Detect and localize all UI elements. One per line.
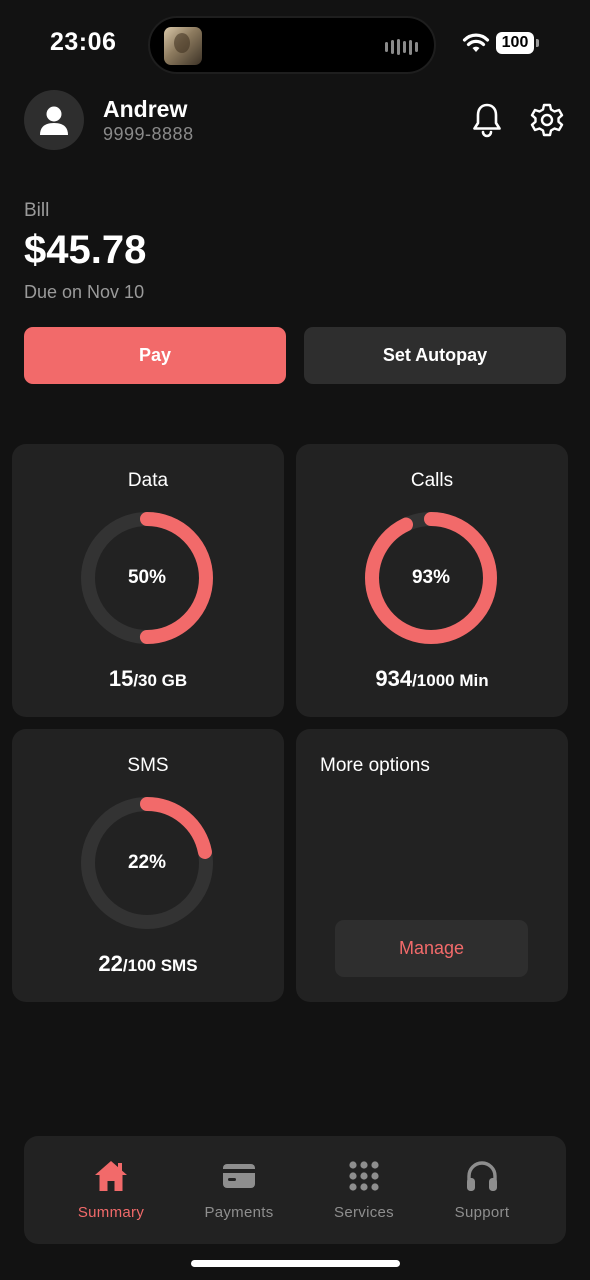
notifications-button[interactable] (467, 100, 507, 140)
usage-percent: 50% (127, 567, 167, 588)
usage-total: /1000 Min (412, 671, 489, 690)
home-indicator[interactable] (191, 1260, 400, 1267)
usage-amount: 934/1000 Min (296, 666, 568, 692)
now-playing-thumbnail-icon (164, 27, 202, 65)
settings-button[interactable] (527, 100, 567, 140)
card-title: SMS (127, 755, 169, 776)
headphones-icon (467, 1161, 497, 1191)
more-options-card: More options Manage (296, 729, 568, 1002)
user-phone-number: 9999-8888 (103, 124, 194, 144)
dynamic-island[interactable] (148, 16, 436, 74)
bottom-nav: Summary Payments Services Support (24, 1136, 566, 1244)
pay-button[interactable]: Pay (24, 327, 286, 384)
calls-usage-card[interactable]: Calls 93% 934/1000 Min (296, 444, 568, 717)
bill-label: Bill (24, 200, 50, 221)
card-icon (223, 1164, 255, 1188)
audio-waveform-icon (385, 39, 418, 55)
card-title: Data (127, 470, 169, 491)
nav-label: Summary (77, 1204, 145, 1221)
bill-amount: $45.78 (24, 228, 147, 272)
user-name: Andrew (103, 96, 188, 122)
wifi-icon (462, 32, 490, 59)
nav-label: Payments (204, 1204, 274, 1221)
manage-button[interactable]: Manage (335, 920, 528, 977)
usage-total: /30 GB (133, 671, 188, 690)
set-autopay-button[interactable]: Set Autopay (304, 327, 566, 384)
bill-due-date: Due on Nov 10 (24, 282, 145, 302)
nav-item-summary[interactable]: Summary (51, 1158, 171, 1221)
avatar[interactable] (24, 90, 84, 150)
status-bar: 23:06 100 (0, 0, 590, 88)
usage-percent: 22% (127, 852, 167, 873)
nav-label: Support (454, 1204, 510, 1221)
usage-used: 934 (375, 666, 413, 691)
battery-level: 100 (501, 34, 529, 51)
more-options-title: More options (320, 755, 430, 776)
gear-icon (530, 103, 564, 137)
battery-icon: 100 (496, 32, 539, 54)
usage-amount: 15/30 GB (12, 666, 284, 692)
usage-used: 22 (98, 951, 123, 976)
home-icon (95, 1161, 127, 1191)
usage-percent: 93% (411, 567, 451, 588)
data-usage-card[interactable]: Data 50% 15/30 GB (12, 444, 284, 717)
card-title: Calls (410, 470, 454, 491)
status-time: 23:06 (50, 28, 117, 56)
nav-item-payments[interactable]: Payments (179, 1158, 299, 1221)
bell-icon (473, 103, 501, 138)
usage-total: /100 SMS (122, 956, 198, 975)
nav-item-support[interactable]: Support (422, 1158, 542, 1221)
grid-icon (349, 1161, 379, 1191)
usage-amount: 22/100 SMS (12, 951, 284, 977)
avatar-person-icon (40, 106, 68, 135)
usage-used: 15 (108, 666, 134, 691)
nav-item-services[interactable]: Services (304, 1158, 424, 1221)
sms-usage-card[interactable]: SMS 22% 22/100 SMS (12, 729, 284, 1002)
nav-label: Services (334, 1204, 394, 1221)
